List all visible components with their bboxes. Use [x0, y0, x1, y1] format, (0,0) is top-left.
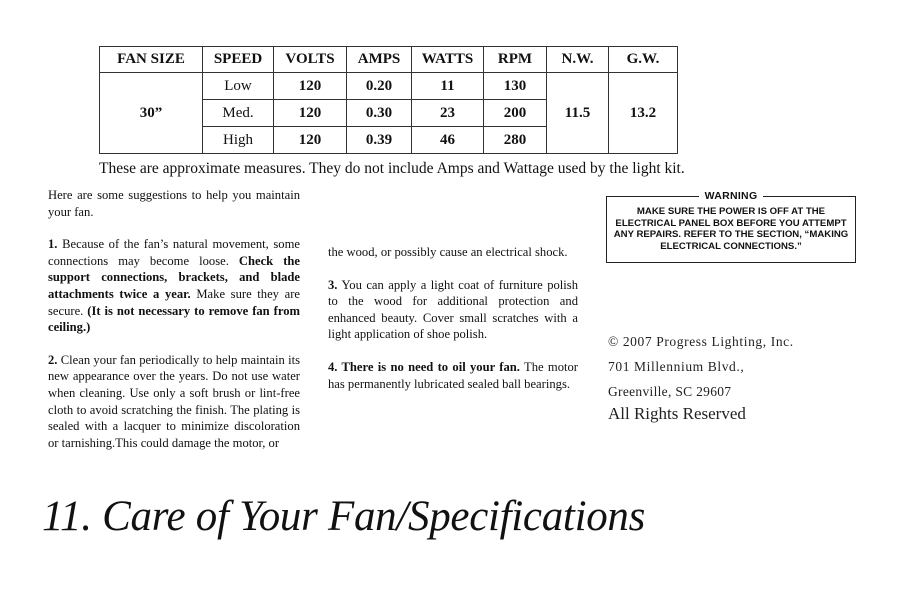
header-volts: VOLTS — [273, 46, 347, 73]
care-column-middle: the wood, or possibly cause an electrica… — [328, 244, 578, 408]
header-fan-size: FAN SIZE — [99, 46, 203, 73]
header-watts: WATTS — [411, 46, 484, 73]
care-item-1: 1. Because of the fan’s natural movement… — [48, 236, 300, 336]
warning-title: WARNING — [704, 190, 758, 202]
warning-box: WARNING MAKE SURE THE POWER IS OFF AT TH… — [606, 190, 856, 263]
rights-reserved: All Rights Reserved — [608, 404, 746, 423]
warning-text: MAKE SURE THE POWER IS OFF AT THE ELECTR… — [613, 206, 849, 252]
table-header-row: FAN SIZE SPEED VOLTS AMPS WATTS RPM N.W.… — [99, 46, 678, 73]
rpm-cell: 130 — [483, 72, 547, 100]
address-street: 701 Millennium Blvd., — [608, 359, 745, 374]
page-title: 11. Care of Your Fan/Specifications — [42, 493, 646, 540]
header-rpm: RPM — [483, 46, 547, 73]
header-amps: AMPS — [346, 46, 412, 73]
watts-cell: 11 — [411, 72, 484, 100]
speed-cell: High — [202, 126, 274, 154]
volts-cell: 120 — [273, 99, 347, 127]
care-item-4: 4. There is no need to oil your fan. The… — [328, 359, 578, 392]
item-text: Clean your fan periodically to help main… — [48, 352, 300, 450]
specifications-table: FAN SIZE SPEED VOLTS AMPS WATTS RPM N.W.… — [99, 46, 678, 154]
amps-cell: 0.20 — [346, 72, 412, 100]
header-net-weight: N.W. — [546, 46, 609, 73]
care-item-2-continued: the wood, or possibly cause an electrica… — [328, 245, 568, 259]
table-row: 30” Low 120 0.20 11 130 11.5 13.2 — [99, 72, 678, 154]
table-footnote: These are approximate measures. They do … — [99, 160, 685, 177]
volts-cell: 120 — [273, 126, 347, 154]
copyright-line: © 2007 Progress Lighting, Inc. — [608, 334, 794, 349]
header-gross-weight: G.W. — [608, 46, 678, 73]
volts-cell: 120 — [273, 72, 347, 100]
amps-cell: 0.39 — [346, 126, 412, 154]
watts-cell: 23 — [411, 99, 484, 127]
item-emphasis: 4. There is no need to oil your fan. — [328, 359, 520, 374]
care-intro: Here are some suggestions to help you ma… — [48, 188, 300, 219]
watts-cell: 46 — [411, 126, 484, 154]
fan-size-cell: 30” — [99, 72, 203, 154]
care-item-2: 2. Clean your fan periodically to help m… — [48, 352, 300, 452]
speed-cell: Med. — [202, 99, 274, 127]
care-column-left: Here are some suggestions to help you ma… — [48, 187, 300, 467]
address-city: Greenville, SC 29607 — [608, 384, 732, 399]
gross-weight-cell: 13.2 — [608, 72, 678, 154]
care-item-3: 3. You can apply a light coat of furnitu… — [328, 277, 578, 343]
item-text: You can apply a light coat of furniture … — [328, 277, 578, 342]
header-speed: SPEED — [202, 46, 274, 73]
amps-cell: 0.30 — [346, 99, 412, 127]
rpm-cell: 200 — [483, 99, 547, 127]
rpm-cell: 280 — [483, 126, 547, 154]
net-weight-cell: 11.5 — [546, 72, 609, 154]
speed-cell: Low — [202, 72, 274, 100]
